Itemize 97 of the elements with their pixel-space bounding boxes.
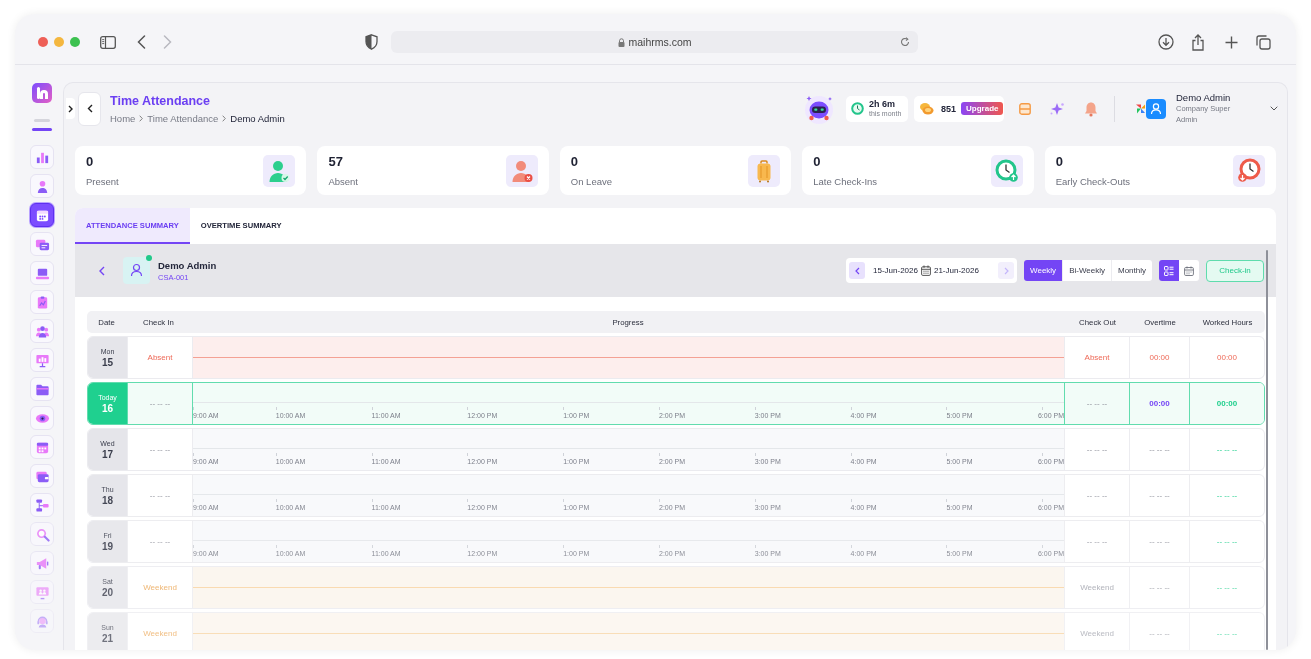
stat-value: 0 bbox=[86, 154, 95, 169]
download-icon[interactable] bbox=[1158, 34, 1174, 50]
period-button[interactable]: Bi-Weekly bbox=[1062, 260, 1111, 281]
breadcrumb-item: Demo Admin bbox=[230, 112, 285, 124]
end-date[interactable]: 21-Jun-2026 bbox=[933, 266, 979, 275]
active-indicator bbox=[32, 128, 52, 131]
worked-hours-cell: -- -- -- bbox=[1189, 613, 1264, 650]
person-check-icon bbox=[263, 154, 296, 187]
worked-hours-cell: 00:00 bbox=[1189, 383, 1264, 424]
clock-icon bbox=[851, 102, 864, 115]
day-number: 20 bbox=[101, 586, 114, 598]
sidebar-toggle-icon[interactable] bbox=[100, 35, 116, 49]
check-out-cell: -- -- -- bbox=[1064, 475, 1129, 516]
stat-label: Early Check-Outs bbox=[1055, 176, 1132, 187]
overtime-cell: -- -- -- bbox=[1129, 521, 1189, 562]
pinwheel-icon bbox=[1135, 102, 1146, 115]
monitor-icon bbox=[34, 584, 50, 600]
overtime-cell: 00:00 bbox=[1129, 383, 1189, 424]
stat-label: Present bbox=[86, 176, 120, 187]
coin-count: 851 bbox=[941, 103, 957, 114]
usage-value: 2h 6m bbox=[869, 100, 896, 109]
check-out-cell: -- -- -- bbox=[1064, 429, 1129, 470]
overtime-cell: -- -- -- bbox=[1129, 613, 1189, 650]
check-in-cell: -- -- -- bbox=[127, 383, 192, 424]
scrollbar[interactable] bbox=[1266, 250, 1268, 650]
list-view-icon bbox=[1164, 265, 1174, 276]
coins-icon bbox=[919, 102, 934, 115]
stat-value: 0 bbox=[1055, 154, 1064, 169]
stat-value: 0 bbox=[813, 154, 822, 169]
chevron-left-icon bbox=[99, 265, 105, 276]
chevron-right-icon bbox=[139, 114, 144, 122]
day-number: 18 bbox=[101, 494, 114, 506]
check-out-cell: Weekend bbox=[1064, 567, 1129, 608]
worked-hours-cell: -- -- -- bbox=[1189, 521, 1264, 562]
check-out-cell: -- -- -- bbox=[1064, 521, 1129, 562]
lock-icon bbox=[617, 37, 625, 47]
previous-button[interactable] bbox=[849, 262, 866, 279]
search-icon bbox=[34, 526, 50, 542]
overtime-cell: -- -- -- bbox=[1129, 475, 1189, 516]
overtime-cell: -- -- -- bbox=[1129, 567, 1189, 608]
logo-icon[interactable] bbox=[32, 83, 52, 103]
worked-hours-cell: -- -- -- bbox=[1189, 567, 1264, 608]
day-number: 19 bbox=[101, 540, 114, 552]
breadcrumb-item[interactable]: Time Attendance bbox=[147, 112, 219, 124]
worked-hours-cell: 00:00 bbox=[1189, 337, 1264, 378]
start-date[interactable]: 15-Jun-2026 bbox=[873, 266, 918, 275]
check-out-cell: Weekend bbox=[1064, 613, 1129, 650]
sidebar-item[interactable] bbox=[30, 203, 54, 227]
group-icon bbox=[34, 323, 50, 339]
overtime-cell: -- -- -- bbox=[1129, 429, 1189, 470]
stat-label: Late Check-Ins bbox=[813, 176, 879, 187]
flowchart-icon bbox=[34, 497, 50, 513]
stat-value: 57 bbox=[328, 154, 344, 169]
worked-hours-cell: -- -- -- bbox=[1189, 429, 1264, 470]
stat-label: On Leave bbox=[570, 176, 613, 187]
calendar-icon bbox=[1184, 265, 1194, 276]
address-bar[interactable]: maihrms.com bbox=[391, 31, 918, 53]
period-button[interactable]: Monthly bbox=[1111, 260, 1152, 281]
day-number: 21 bbox=[101, 632, 114, 644]
chevron-right-icon bbox=[68, 104, 73, 113]
view-toggle-button[interactable] bbox=[1159, 260, 1179, 281]
expand-sidebar-button[interactable] bbox=[66, 98, 75, 119]
presentation-icon bbox=[34, 352, 50, 368]
sparkle-icon[interactable] bbox=[1049, 101, 1065, 116]
close-window-button[interactable] bbox=[38, 37, 48, 47]
day-number: 17 bbox=[101, 448, 114, 460]
shield-icon[interactable] bbox=[365, 34, 378, 50]
day-number: 16 bbox=[101, 402, 114, 414]
back-icon[interactable] bbox=[137, 35, 146, 49]
period-button[interactable]: Weekly bbox=[1024, 260, 1063, 281]
check-out-cell: -- -- -- bbox=[1064, 383, 1129, 424]
share-icon[interactable] bbox=[1191, 33, 1205, 51]
maximize-window-button[interactable] bbox=[70, 37, 80, 47]
chevron-right-icon bbox=[222, 114, 227, 122]
page-title: Time Attendance bbox=[110, 93, 212, 108]
tabs-icon[interactable] bbox=[1256, 34, 1271, 50]
avatar-icon bbox=[123, 257, 150, 284]
avatar-icon[interactable] bbox=[1146, 98, 1166, 119]
calendar-icon[interactable] bbox=[920, 265, 931, 276]
chevron-left-icon bbox=[854, 266, 860, 275]
chevron-down-icon[interactable] bbox=[1270, 106, 1278, 111]
breadcrumb-item[interactable]: Home bbox=[110, 112, 136, 124]
reload-icon[interactable] bbox=[900, 37, 910, 47]
plus-icon[interactable] bbox=[1225, 35, 1238, 49]
employee-name: Demo Admin bbox=[158, 259, 217, 271]
chevron-right-icon bbox=[1003, 266, 1009, 275]
stat-value: 0 bbox=[570, 154, 580, 169]
stat-label: Absent bbox=[328, 176, 359, 187]
check-out-cell: Absent bbox=[1064, 337, 1129, 378]
overtime-cell: 00:00 bbox=[1129, 337, 1189, 378]
chevron-left-icon bbox=[86, 104, 93, 113]
worked-hours-cell: -- -- -- bbox=[1189, 475, 1264, 516]
suitcase-icon bbox=[748, 154, 781, 187]
user-name: Demo Admin bbox=[1176, 92, 1232, 104]
day-number: 15 bbox=[101, 356, 114, 368]
upgrade-button[interactable]: Upgrade bbox=[961, 102, 1004, 115]
person-cross-icon bbox=[505, 154, 538, 187]
